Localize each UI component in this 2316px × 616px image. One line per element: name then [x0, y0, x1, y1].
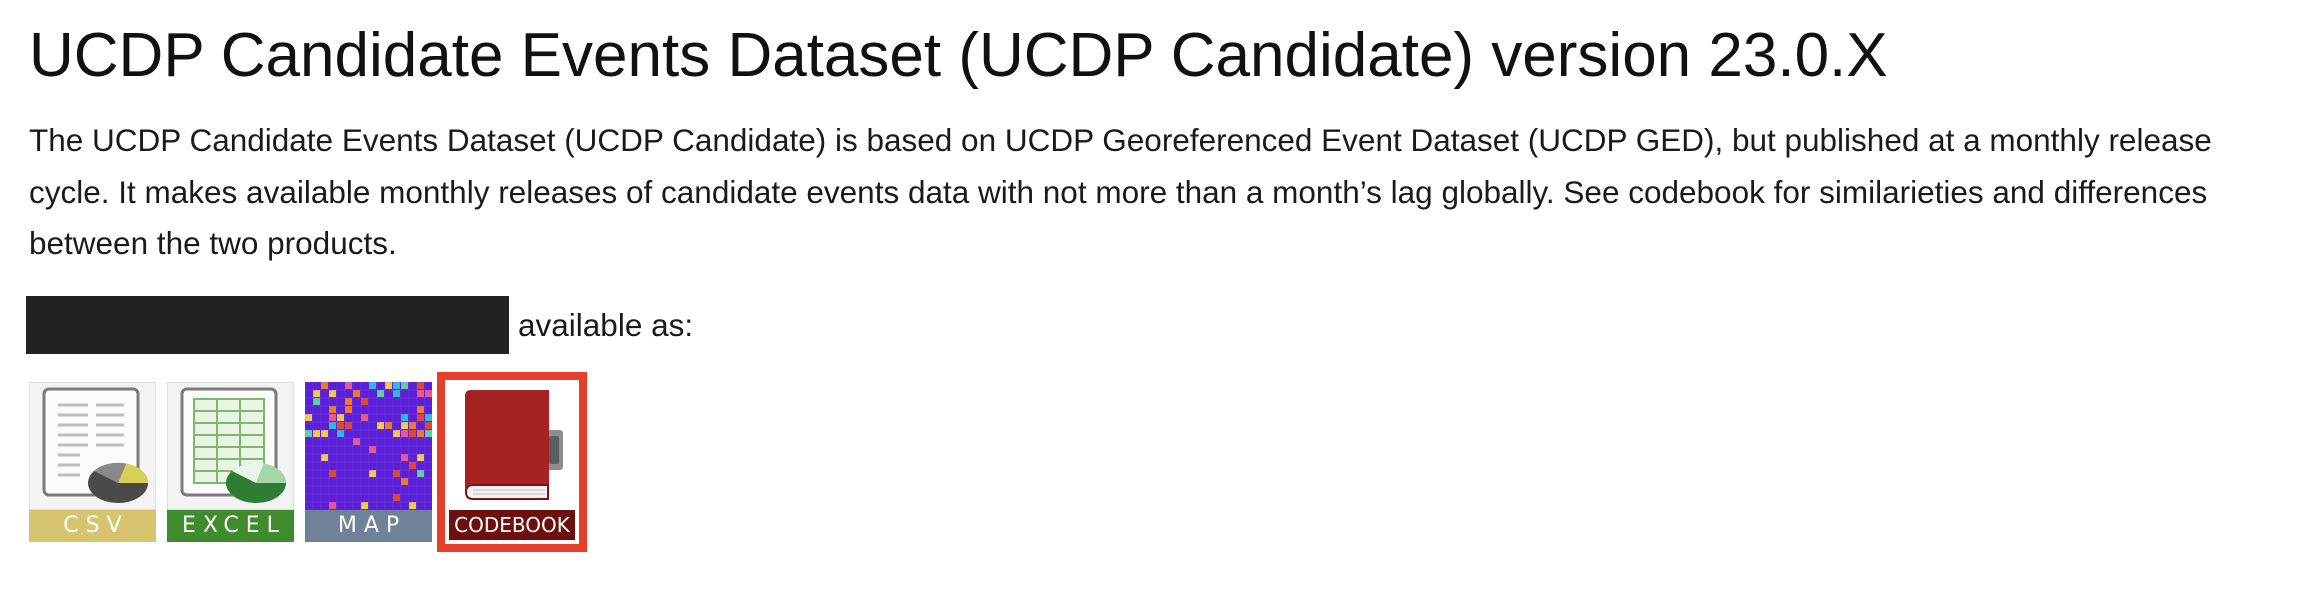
map-icon	[305, 382, 432, 510]
available-as-label: available as:	[518, 307, 694, 343]
codebook-label: CODEBOOK	[449, 510, 575, 540]
excel-file-icon	[167, 382, 294, 510]
map-download-button[interactable]: MAP	[305, 382, 432, 542]
page-title: UCDP Candidate Events Dataset (UCDP Cand…	[29, 21, 1888, 90]
csv-label: CSV	[29, 510, 156, 542]
codebook-book-icon	[451, 386, 573, 510]
availability-row: available as:	[26, 296, 693, 354]
map-label: MAP	[305, 510, 432, 542]
csv-download-button[interactable]: CSV	[29, 382, 156, 542]
redacted-text-bar	[26, 296, 509, 354]
dataset-description: The UCDP Candidate Events Dataset (UCDP …	[29, 122, 2212, 261]
csv-file-icon	[29, 382, 156, 510]
excel-label: EXCEL	[167, 510, 294, 542]
codebook-download-button[interactable]: CODEBOOK	[437, 372, 587, 552]
excel-download-button[interactable]: EXCEL	[167, 382, 294, 542]
